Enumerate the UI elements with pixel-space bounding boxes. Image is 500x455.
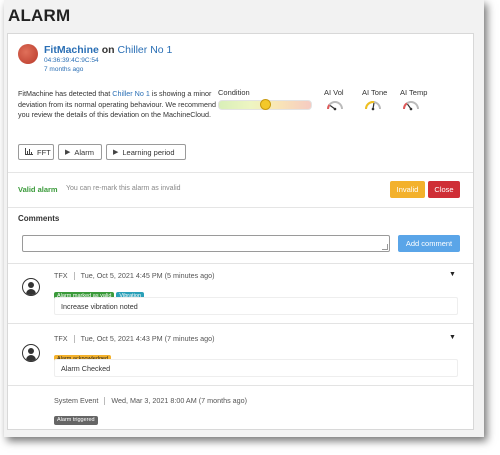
resize-handle-icon[interactable] <box>382 244 388 250</box>
comment-entry: TFX Tue, Oct 5, 2021 4:45 PM (5 minutes a… <box>8 263 473 324</box>
machine-location-link[interactable]: Chiller No 1 <box>118 44 173 56</box>
comment-text: Alarm Checked <box>54 359 458 377</box>
description-text-1: FitMachine has detected that <box>18 89 113 98</box>
machine-mac[interactable]: 04:36:39:4C:9C:54 <box>44 57 99 64</box>
learning-period-button[interactable]: ▶ Learning period <box>106 144 186 160</box>
valid-alarm-status: Valid alarm <box>18 185 58 194</box>
chart-icon <box>25 147 33 157</box>
invalid-button[interactable]: Invalid <box>390 181 425 198</box>
machine-name-link[interactable]: FitMachine <box>44 44 99 56</box>
play-icon: ▶ <box>65 149 71 156</box>
machine-on-text: on <box>101 44 115 56</box>
user-avatar-icon <box>22 278 40 296</box>
close-button[interactable]: Close <box>428 181 460 198</box>
condition-label: Condition <box>218 88 250 97</box>
event-user: System Event <box>54 396 99 405</box>
user-avatar-icon <box>22 344 40 362</box>
system-event-entry: System Event Wed, Mar 3, 2021 8:00 AM (7 … <box>8 385 473 426</box>
ai-vol-gauge-icon <box>327 101 343 111</box>
comment-text: Increase vibration noted <box>54 297 458 315</box>
learning-period-button-label: Learning period <box>122 147 175 157</box>
ai-temp-gauge-icon <box>403 101 419 111</box>
gauge-label-vol: AI Vol <box>324 88 344 97</box>
comments-title: Comments <box>18 214 60 223</box>
machine-age: 7 months ago <box>44 66 84 73</box>
validation-bar: Valid alarm You can re-mark this alarm a… <box>8 172 473 208</box>
comment-time: Tue, Oct 5, 2021 4:45 PM (5 minutes ago) <box>80 271 215 280</box>
comment-meta: TFX Tue, Oct 5, 2021 4:45 PM (5 minutes a… <box>54 271 215 281</box>
machine-title: FitMachine on Chiller No 1 <box>44 44 172 56</box>
alarm-button-label: Alarm <box>74 147 94 157</box>
event-badges: Alarm triggered <box>54 408 100 426</box>
fft-button-label: FFT <box>37 147 51 157</box>
comment-time: Tue, Oct 5, 2021 4:43 PM (7 minutes ago) <box>80 334 215 343</box>
remark-hint: You can re-mark this alarm as invalid <box>66 185 181 192</box>
caret-down-icon[interactable]: ▼ <box>449 271 456 278</box>
gauge-label-tone: AI Tone <box>362 88 388 97</box>
comment-meta: TFX Tue, Oct 5, 2021 4:43 PM (7 minutes a… <box>54 334 215 344</box>
condition-indicator <box>260 99 271 110</box>
caret-down-icon[interactable]: ▼ <box>449 334 456 341</box>
comment-input[interactable] <box>22 235 390 252</box>
description-location-link[interactable]: Chiller No 1 <box>112 89 150 98</box>
fft-button[interactable]: FFT <box>18 144 54 160</box>
comment-user: TFX <box>54 334 68 343</box>
gauge-label-temp: AI Temp <box>400 88 428 97</box>
alarm-card: FitMachine on Chiller No 1 04:36:39:4C:9… <box>7 33 474 430</box>
page-title: ALARM <box>8 6 71 25</box>
ai-tone-gauge-icon <box>365 101 381 111</box>
comment-entry: TFX Tue, Oct 5, 2021 4:43 PM (7 minutes a… <box>8 323 473 386</box>
event-time: Wed, Mar 3, 2021 8:00 AM (7 months ago) <box>111 396 248 405</box>
event-meta: System Event Wed, Mar 3, 2021 8:00 AM (7 … <box>54 396 248 406</box>
machine-avatar <box>18 44 38 64</box>
alarm-button[interactable]: ▶ Alarm <box>58 144 102 160</box>
condition-bar <box>218 99 312 110</box>
play-icon: ▶ <box>113 149 119 156</box>
alarm-description: FitMachine has detected that Chiller No … <box>18 89 218 121</box>
status-badge: Alarm triggered <box>54 416 98 425</box>
add-comment-button[interactable]: Add comment <box>398 235 460 252</box>
comment-user: TFX <box>54 271 68 280</box>
